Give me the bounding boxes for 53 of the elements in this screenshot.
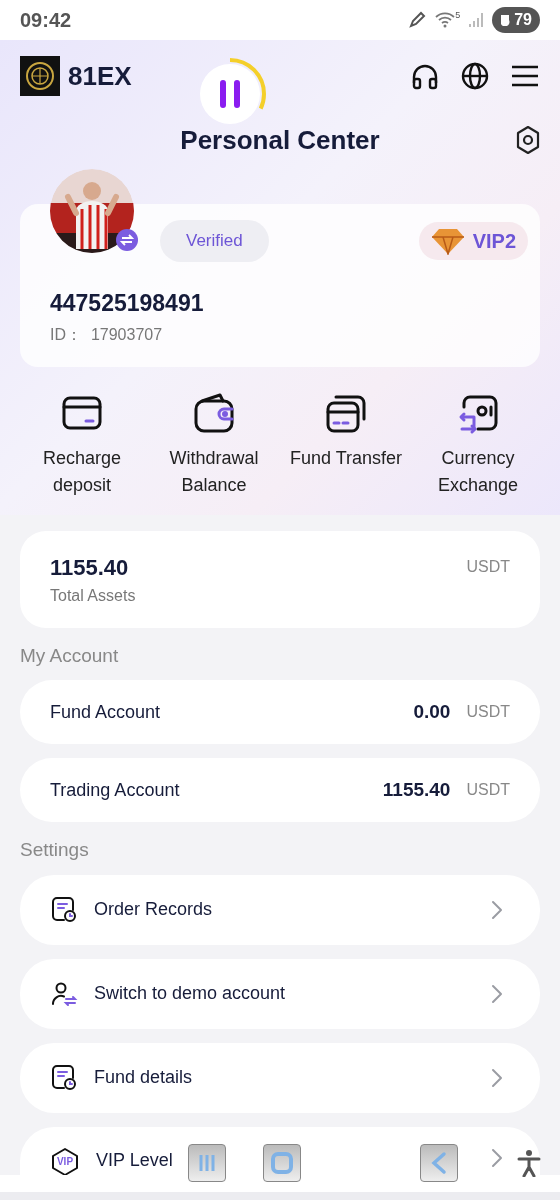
document-clock-icon: [50, 1063, 78, 1092]
home-button[interactable]: [263, 1144, 301, 1182]
verified-badge: Verified: [160, 220, 269, 262]
brand-name: 81EX: [68, 59, 132, 93]
currency-unit: USDT: [466, 780, 510, 800]
vip-icon: VIP: [50, 1146, 80, 1177]
username: 447525198491: [50, 289, 205, 318]
action-button[interactable]: Currency Exchange: [412, 388, 544, 499]
chevron-right-icon: [490, 898, 504, 921]
settings-label: Order Records: [94, 898, 213, 921]
settings-item[interactable]: Fund details: [20, 1042, 540, 1113]
logo-icon: [20, 56, 60, 96]
globe-icon[interactable]: [460, 61, 490, 91]
wifi-icon: [435, 11, 456, 29]
account-amount: 0.00: [413, 699, 451, 724]
back-icon: [429, 1151, 449, 1175]
total-assets-label: Total Assets: [50, 585, 136, 606]
user-id: ID： 17903707: [50, 324, 164, 345]
settings-item[interactable]: Order Records: [20, 874, 540, 945]
total-assets-amount: 1155.40: [50, 553, 130, 582]
signal-icon: [468, 11, 485, 29]
currency-unit: USDT: [466, 702, 510, 722]
chevron-right-icon: [490, 1146, 504, 1169]
back-button[interactable]: [420, 1144, 458, 1182]
settings-label: VIP Level: [96, 1148, 173, 1172]
recents-icon: [197, 1153, 217, 1173]
chevron-right-icon: [490, 982, 504, 1005]
wifi-count-label: 5: [455, 11, 461, 20]
account-amount: 1155.40: [382, 777, 451, 802]
account-name: Trading Account: [50, 778, 181, 802]
section-title: Settings: [20, 838, 90, 862]
account-row[interactable]: Trading Account 1155.40 USDT: [20, 758, 540, 822]
page-title: Personal Center: [180, 123, 380, 157]
document-clock-icon: [50, 895, 78, 924]
accessibility-icon[interactable]: [517, 1149, 541, 1177]
chevron-right-icon: [490, 1066, 504, 1089]
battery-indicator: 79: [492, 7, 540, 33]
action-button[interactable]: Recharge deposit: [16, 388, 148, 499]
action-button[interactable]: Withdrawal Balance: [148, 388, 280, 499]
account-row[interactable]: Fund Account 0.00 USDT: [20, 680, 540, 744]
currency-unit: USDT: [466, 556, 510, 577]
vip-badge: VIP2: [418, 222, 528, 260]
account-name: Fund Account: [50, 700, 162, 724]
settings-item[interactable]: Switch to demo account: [20, 958, 540, 1029]
pen-icon: [407, 10, 428, 30]
settings-label: Fund details: [94, 1066, 193, 1089]
action-button[interactable]: Fund Transfer: [280, 388, 412, 499]
section-title: My Account: [20, 643, 120, 668]
settings-label: Switch to demo account: [94, 982, 286, 1005]
status-time: 09:42: [20, 8, 72, 33]
swap-badge-icon[interactable]: [116, 229, 138, 251]
home-icon: [270, 1151, 294, 1175]
recents-button[interactable]: [188, 1144, 226, 1182]
